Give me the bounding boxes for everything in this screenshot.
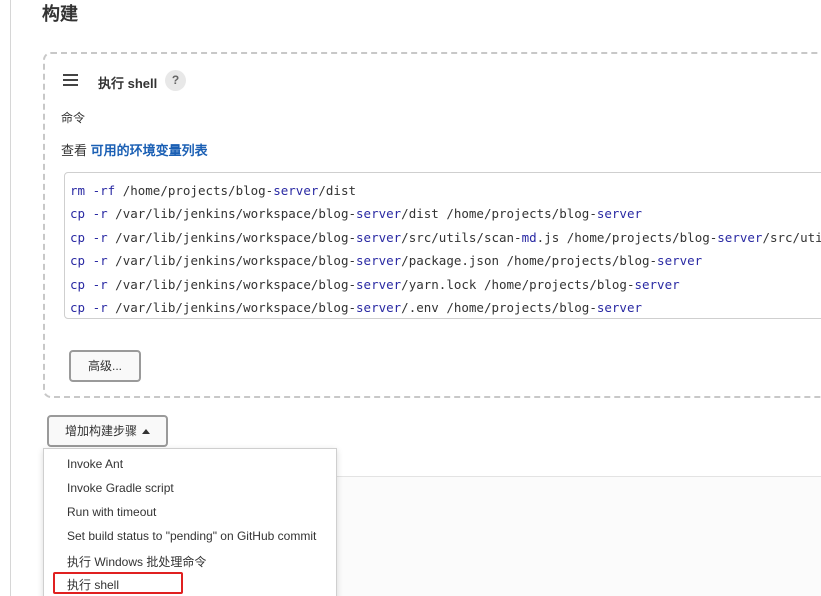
code-line: rm -rf /home/projects/blog-server/dist [70, 183, 357, 198]
menu-item[interactable]: Invoke Ant [67, 457, 123, 471]
env-vars-link[interactable]: 可用的环境变量列表 [91, 143, 208, 158]
command-label: 命令 [61, 111, 86, 125]
caret-up-icon [142, 429, 150, 434]
menu-item[interactable]: 执行 shell [67, 576, 119, 593]
code-line: cp -r /var/lib/jenkins/workspace/blog-se… [70, 253, 703, 269]
command-textarea[interactable]: rm -rf /home/projects/blog-server/dist cp… [64, 172, 821, 319]
advanced-button[interactable]: 高级... [69, 350, 141, 382]
menu-item[interactable]: Set build status to "pending" on GitHub … [67, 529, 316, 543]
code-line: cp -r /var/lib/jenkins/workspace/blog-se… [70, 206, 642, 222]
menu-item[interactable]: Run with timeout [67, 505, 156, 519]
env-prefix: 查看 [61, 143, 91, 158]
left-border [10, 0, 11, 596]
drag-handle-icon[interactable] [63, 74, 79, 86]
menu-item[interactable]: Invoke Gradle script [67, 481, 174, 495]
help-icon[interactable]: ? [165, 70, 186, 91]
code-line: cp -r /var/lib/jenkins/workspace/blog-se… [70, 299, 642, 315]
add-build-step-button[interactable]: 增加构建步骤 [47, 415, 168, 447]
code-line: cp -r /var/lib/jenkins/workspace/blog-se… [70, 276, 680, 292]
background-panel [337, 476, 821, 596]
build-step-panel: 执行 shell ? 命令 查看 可用的环境变量列表 rm -rf /home/… [43, 52, 821, 398]
code-line: cp -r /var/lib/jenkins/workspace/blog-se… [70, 229, 821, 245]
build-step-menu: Invoke Ant Invoke Gradle script Run with t… [43, 448, 337, 596]
step-title: 执行 shell [98, 76, 158, 91]
section-title: 构建 [42, 4, 78, 24]
env-vars-line: 查看 可用的环境变量列表 [61, 140, 208, 159]
add-build-step-label: 增加构建步骤 [65, 424, 138, 438]
menu-item[interactable]: 执行 Windows 批处理命令 [67, 553, 206, 570]
